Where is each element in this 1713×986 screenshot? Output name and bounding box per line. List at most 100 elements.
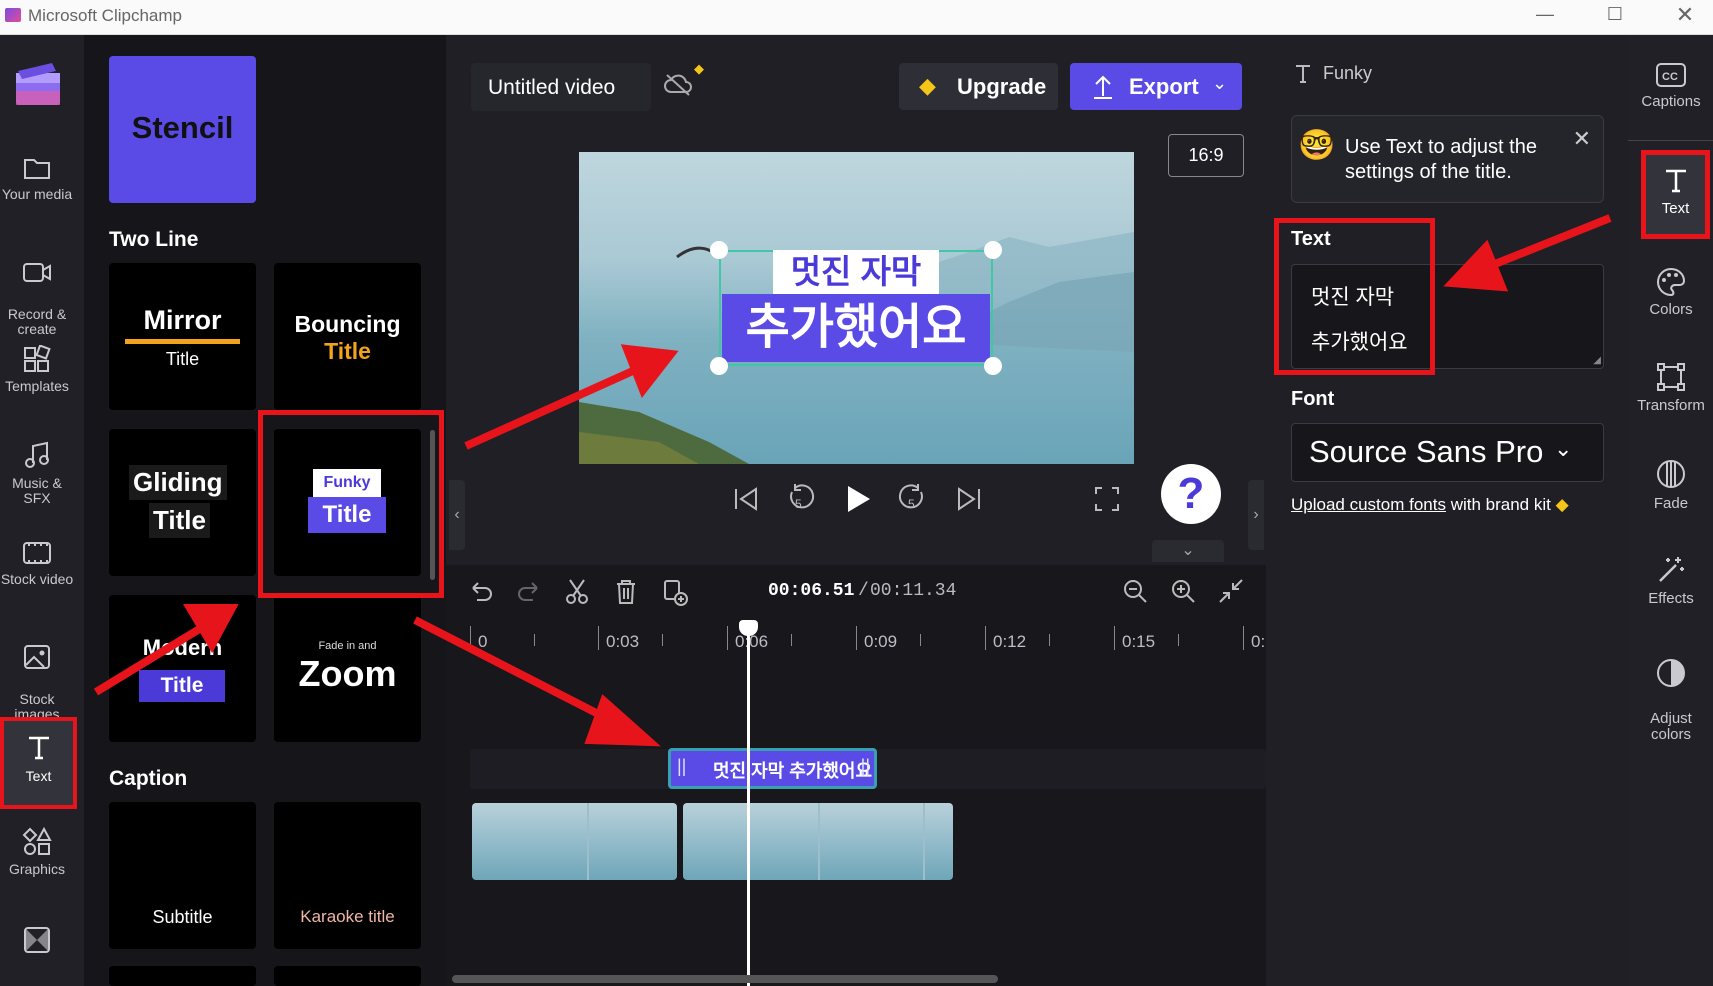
modern-card-top: Modern [142,635,223,660]
stencil-card[interactable]: Stencil [109,56,256,203]
mirror-card-bottom: Title [165,349,200,369]
nav-record-create[interactable]: Record & create [0,245,74,337]
undo-icon[interactable] [469,578,493,604]
rnav-colors[interactable]: Colors [1630,266,1712,318]
ruler-label: 0:12 [993,632,1027,651]
two-line-header: Two Line [109,228,199,251]
resize-handle[interactable] [710,241,728,259]
current-time: 00:06.51 [768,581,855,601]
nav-templates[interactable]: Templates [0,345,74,394]
rnav-captions[interactable]: CC Captions [1630,62,1712,110]
resize-grip-icon[interactable]: ◢ [1593,355,1601,366]
fade-icon [1657,460,1685,488]
ruler-tick [727,626,728,650]
text-clip[interactable]: || 멋진 자막 추가했어요 || [668,748,877,789]
nav-stock-video[interactable]: Stock video [0,540,74,587]
rnav-effects[interactable]: Effects [1630,555,1712,607]
title-bar: Microsoft Clipchamp — ☐ ✕ [0,0,1713,35]
ruler-tick [856,626,857,650]
nav-your-media[interactable]: Your media [0,155,74,202]
fit-timeline-icon[interactable] [1218,578,1244,604]
ruler-label: 0:03 [606,632,640,651]
caption-card-partial[interactable] [109,966,256,986]
resize-handle[interactable] [984,357,1002,375]
playhead[interactable] [747,622,750,986]
zoom-out-icon[interactable] [1122,578,1148,604]
redo-icon[interactable] [517,578,541,604]
upload-fonts-row: Upload custom fonts with brand kit ◆ [1291,495,1569,515]
nav-stock-images[interactable]: Stock images [0,628,74,722]
preview-title-line1: 멋진 자막 [773,250,939,294]
ruler-label: 0: [1251,632,1266,651]
project-title-field[interactable]: Untitled video [471,63,651,111]
video-clip[interactable] [472,803,677,880]
timeline-scrollbar[interactable] [452,975,998,983]
rewind-5-icon[interactable]: 5 [784,482,816,516]
ruler-tick [791,634,792,646]
subtitle-card[interactable]: Subtitle [109,802,256,949]
help-button[interactable]: ? [1161,464,1221,524]
skip-forward-icon[interactable] [954,484,984,514]
nav-text[interactable]: Text [0,717,77,809]
text-clip-label: 멋진 자막 추가했어요 [713,761,873,781]
rnav-text[interactable]: Text [1641,150,1710,239]
preview-title-line2: 추가했어요 [722,294,990,362]
text-icon [1296,65,1310,83]
subtitle-card-label: Subtitle [152,907,213,927]
collapse-timeline-icon[interactable]: ⌄ [1152,540,1224,562]
rnav-transform[interactable]: Transform [1630,362,1712,414]
bouncing-title-card[interactable]: Bouncing Title [274,263,421,410]
ruler-tick [662,634,663,646]
ruler-tick [470,626,471,650]
resize-handle[interactable] [984,241,1002,259]
video-clip[interactable] [683,803,953,880]
collapse-right-panel-icon[interactable]: › [1248,480,1264,550]
ruler-label: 0 [478,632,488,651]
rnav-fade[interactable]: Fade [1630,458,1712,512]
ruler-tick [920,634,921,646]
caption-card-partial[interactable] [274,966,421,986]
mirror-title-card[interactable]: Mirror Title [109,263,256,410]
nav-music-sfx[interactable]: Music & SFX [0,440,74,506]
wand-icon [1659,557,1684,582]
export-button[interactable]: Export ⌄ [1070,63,1242,110]
ruler-tick [1114,626,1115,650]
ruler-tick [985,626,986,650]
rnav-adjust-colors[interactable]: Adjust colors [1630,641,1712,743]
gliding-card-top: Gliding [129,465,227,500]
text-icon [1665,169,1686,193]
forward-5-icon[interactable]: 5 [897,482,929,516]
scissors-icon[interactable] [565,578,589,606]
nav-transitions[interactable] [0,925,74,961]
skip-back-icon[interactable] [731,484,761,514]
palette-icon [1657,267,1686,296]
play-icon[interactable] [842,482,874,516]
duplicate-icon[interactable] [662,578,688,606]
fullscreen-icon[interactable] [1094,486,1120,512]
karaoke-title-card[interactable]: Karaoke title [274,802,421,949]
maximize-icon[interactable]: ☐ [1595,4,1635,25]
trash-icon[interactable] [614,578,638,606]
clip-trim-handle-right[interactable]: || [861,756,870,777]
close-window-icon[interactable]: ✕ [1665,2,1705,28]
zoom-title-card[interactable]: Fade in and Zoom [274,595,421,742]
time-ruler[interactable]: 0 0:03 0:06 0:09 0:12 0:15 0: [470,622,1266,658]
mirror-card-top: Mirror [143,305,222,335]
nav-graphics[interactable]: Graphics [0,826,74,877]
annotation-highlight-box [258,410,444,598]
gliding-title-card[interactable]: Gliding Title [109,429,256,576]
zoom-in-icon[interactable] [1170,578,1196,604]
templates-icon [24,345,51,372]
upload-fonts-link[interactable]: Upload custom fonts [1291,495,1446,514]
aspect-ratio-button[interactable]: 16:9 [1168,134,1244,177]
close-tip-icon[interactable]: ✕ [1573,126,1591,152]
modern-title-card[interactable]: Modern Title [109,595,256,742]
clip-trim-handle-left[interactable]: || [677,756,686,777]
upgrade-button[interactable]: ◆ Upgrade [899,63,1058,110]
resize-handle[interactable] [710,357,728,375]
font-dropdown[interactable]: Source Sans Pro ⌄ [1291,423,1604,482]
cloud-off-icon[interactable] [663,72,693,103]
karaoke-card-label: Karaoke title [300,907,395,926]
minimize-icon[interactable]: — [1525,4,1565,25]
collapse-left-panel-icon[interactable]: ‹ [449,480,465,550]
